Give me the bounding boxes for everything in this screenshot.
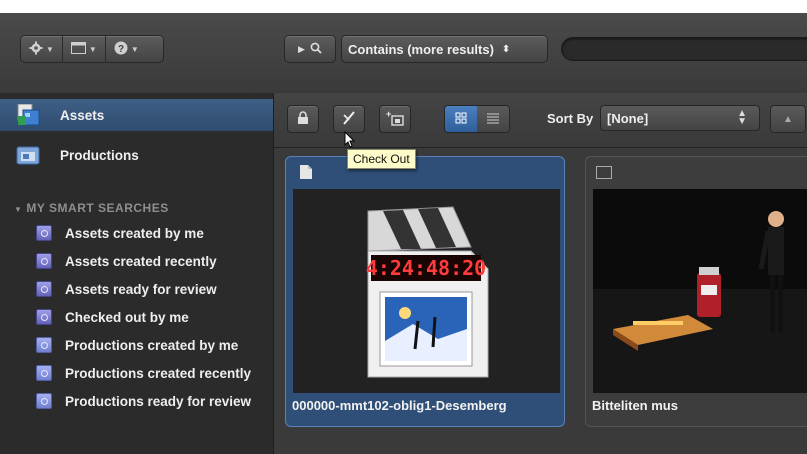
mouse-pointer-icon [344,130,356,154]
smart-search-icon [36,337,52,353]
productions-icon [16,144,40,166]
svg-text:+: + [386,110,391,119]
smart-search-label: Productions created recently [65,365,252,381]
smart-search-label: Checked out by me [65,309,189,325]
add-to-production-button[interactable]: + [379,105,411,133]
smart-search-productions-ready-for-review[interactable]: Productions ready for review [36,389,251,413]
grid-view-button[interactable] [445,106,477,132]
document-icon [300,165,312,179]
asset-thumbnail: 4:24:48:20 [293,189,560,393]
smart-search-icon [36,225,52,241]
check-out-tooltip: Check Out [347,149,416,169]
search-icon [310,42,322,57]
sidebar: Assets Productions ▼ MY SMART SEARCHES As… [0,93,274,454]
smart-search-productions-created-by-me[interactable]: Productions created by me [36,333,238,357]
asset-browser: + Sort By [None] ▲ ▼ ▲ 4:24:48:20 000000… [274,93,807,454]
help-icon: ? [114,41,128,58]
main-toolbar: ▼ ▼ ? ▼ ▶ Contains (more results) ⬍ [0,13,807,93]
chevron-down-icon: ▼ [130,44,139,54]
sort-value: [None] [607,110,649,126]
smart-search-icon [36,281,52,297]
asset-name: Bitteliten mus [592,398,678,413]
sidebar-item-assets[interactable]: Assets [0,99,273,131]
svg-text:?: ? [118,44,124,55]
lock-icon [297,110,309,128]
play-arrow-icon: ▶ [298,43,305,54]
asset-thumbnail [593,189,807,393]
window-layout-icon [70,41,86,57]
smart-search-label: Productions created by me [65,337,239,353]
lock-button[interactable] [287,105,319,133]
asset-card[interactable]: 4:24:48:20 000000-mmt102-oblig1-Desember… [285,156,565,427]
smart-search-assets-ready-for-review[interactable]: Assets ready for review [36,277,217,301]
sidebar-item-label: Productions [60,147,139,163]
sidebar-item-productions[interactable]: Productions [0,139,273,171]
sidebar-item-label: Assets [60,107,105,123]
list-view-icon [487,112,499,127]
search-mode-select[interactable]: Contains (more results) ⬍ [341,35,548,63]
assets-icon [16,103,40,126]
action-menu-button[interactable]: ▼ [21,36,63,62]
sort-direction-button[interactable]: ▲ [770,105,806,133]
add-to-production-icon: + [386,109,404,129]
chevron-down-icon: ▼ [88,44,97,54]
search-scope-button[interactable]: ▶ [284,35,336,63]
search-input[interactable] [561,37,807,61]
smart-search-checked-out-by-me[interactable]: Checked out by me [36,305,189,329]
smart-search-icon [36,309,52,325]
list-view-button[interactable] [477,106,509,132]
asset-card[interactable]: Bitteliten mus [585,156,807,427]
check-out-icon [341,110,357,129]
select-arrows-icon: ⬍ [501,43,511,55]
smart-search-icon [36,253,52,269]
final-cut-clapper-icon: 4:24:48:20 [366,206,489,378]
film-icon [596,166,612,179]
smart-search-label: Assets created by me [65,225,204,241]
chevron-down-icon: ▼ [46,44,54,54]
disclosure-triangle-icon: ▼ [14,205,23,214]
select-arrows-icon: ▲ ▼ [737,108,747,127]
asset-name: 000000-mmt102-oblig1-Desemberg [292,398,507,413]
smart-search-label: Assets created recently [65,253,217,269]
smart-search-label: Productions ready for review [65,393,252,409]
layout-menu-button[interactable]: ▼ [63,36,106,62]
timecode-display: 4:24:48:20 [366,256,486,280]
smart-search-icon [36,393,52,409]
smart-search-label: Assets ready for review [65,281,217,297]
check-out-button[interactable] [333,105,365,133]
sort-by-label: Sort By [547,111,594,126]
toolbar-menu-group: ▼ ▼ ? ▼ [20,35,164,63]
grid-view-icon [455,112,467,127]
view-mode-toggle [444,105,510,133]
smart-search-assets-created-by-me[interactable]: Assets created by me [36,221,204,245]
video-frame-thumbnail [593,189,807,393]
help-menu-button[interactable]: ? ▼ [106,36,147,62]
sort-by-select[interactable]: [None] ▲ ▼ [600,105,760,131]
section-title: MY SMART SEARCHES [26,201,169,215]
smart-search-productions-created-recently[interactable]: Productions created recently [36,361,251,385]
smart-searches-header[interactable]: ▼ MY SMART SEARCHES [14,201,169,215]
final-cut-server-window: ▼ ▼ ? ▼ ▶ Contains (more results) ⬍ Asse… [0,13,807,454]
smart-search-assets-created-recently[interactable]: Assets created recently [36,249,217,273]
smart-search-icon [36,365,52,381]
search-mode-label: Contains (more results) [348,41,494,57]
gear-menu-icon [29,41,43,58]
sort-ascending-icon: ▲ [783,113,793,125]
